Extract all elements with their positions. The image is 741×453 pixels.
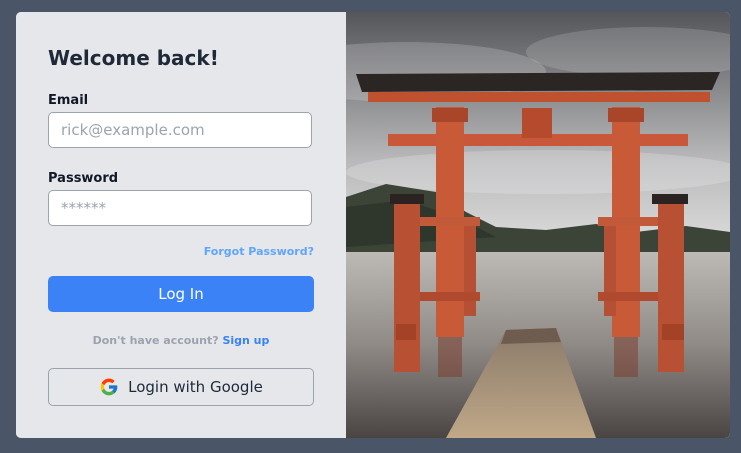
login-form-pane: Welcome back! Email Password Forgot Pass… — [16, 12, 346, 438]
login-button[interactable]: Log In — [48, 276, 314, 312]
signup-link[interactable]: Sign up — [222, 334, 269, 347]
torii-gate-photo — [346, 12, 730, 438]
login-card: Welcome back! Email Password Forgot Pass… — [16, 12, 730, 438]
torii-gate-illustration — [346, 12, 730, 438]
google-login-button[interactable]: Login with Google — [48, 368, 314, 406]
password-label: Password — [48, 171, 119, 186]
google-login-label: Login with Google — [128, 378, 263, 396]
google-icon — [99, 377, 119, 397]
forgot-password-link[interactable]: Forgot Password? — [204, 245, 314, 258]
email-field[interactable] — [48, 112, 312, 148]
password-field[interactable] — [48, 190, 312, 226]
signup-row: Don't have account? Sign up — [16, 334, 346, 347]
email-label: Email — [48, 93, 89, 108]
page-title: Welcome back! — [48, 46, 219, 70]
signup-prompt: Don't have account? — [92, 334, 219, 347]
